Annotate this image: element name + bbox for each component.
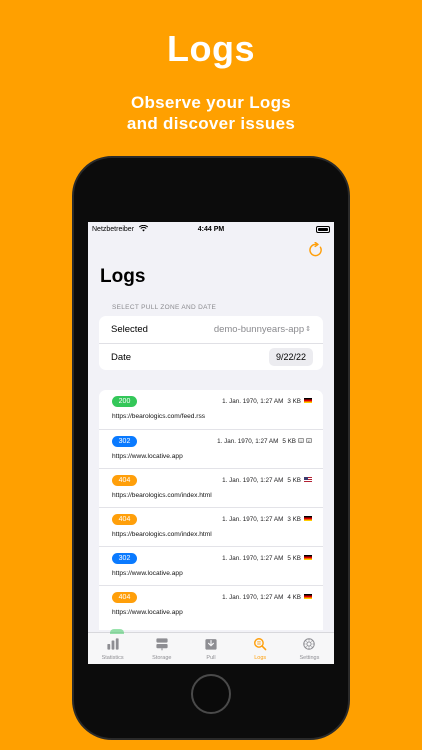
tab-label: Storage [152, 655, 172, 661]
status-badge: 404 [112, 475, 137, 486]
promo-subtitle-line2: and discover issues [126, 114, 296, 133]
date-picker[interactable]: 9/22/22 [268, 348, 313, 366]
tab-logs[interactable]: Logs [236, 633, 285, 664]
pull-zone-value: demo-bunnyears-app [213, 324, 305, 335]
germany-flag-icon [304, 398, 312, 403]
bar-chart-icon [106, 637, 120, 651]
log-meta: 1. Jan. 1970, 1:27 AM 3 KB [222, 516, 312, 523]
tab-label: Settings [299, 655, 320, 661]
magnifier-log-icon [253, 637, 267, 651]
log-timestamp: 1. Jan. 1970, 1:27 AM [222, 555, 284, 562]
log-timestamp: 1. Jan. 1970, 1:27 AM [222, 477, 284, 484]
log-timestamp: 1. Jan. 1970, 1:27 AM [222, 594, 284, 601]
tab-label: Pull [206, 655, 216, 661]
log-entry[interactable]: 404 1. Jan. 1970, 1:27 AM 3 KB https://bear… [99, 507, 323, 546]
log-url: https://bearologics.com/feed.rss [112, 413, 206, 420]
page-title: Logs [100, 266, 146, 287]
log-meta: 1. Jan. 1970, 1:27 AM 5 KB U K [217, 438, 312, 445]
unknown-flag-icon: K [306, 438, 312, 444]
pull-zone-label: Selected [111, 324, 148, 335]
status-badge: 302 [112, 553, 137, 564]
status-badge: 302 [112, 436, 137, 447]
promo-title: Logs [167, 28, 255, 69]
status-badge: 200 [112, 396, 137, 407]
log-entry[interactable]: 302 1. Jan. 1970, 1:27 AM 5 KB https://www.… [99, 546, 323, 585]
tab-settings[interactable]: Settings [285, 633, 334, 664]
date-row: Date 9/22/22 [99, 343, 323, 370]
germany-flag-icon [304, 594, 312, 599]
battery-icon [316, 226, 330, 233]
log-url: https://bearologics.com/index.html [112, 492, 212, 499]
promo-subtitle-line1: Observe your Logs [130, 93, 292, 112]
log-entry[interactable]: 302 1. Jan. 1970, 1:27 AM 5 KB U Khttps://ww… [99, 429, 323, 468]
download-tray-icon [204, 637, 218, 651]
log-size: 3 KB [287, 516, 301, 523]
germany-flag-icon [304, 516, 312, 521]
refresh-icon[interactable] [308, 242, 324, 258]
log-entry[interactable]: 404 1. Jan. 1970, 1:27 AM 4 KB https://www.… [99, 585, 323, 624]
date-label: Date [111, 352, 132, 363]
unknown-flag-icon: U [298, 438, 304, 444]
log-size: 4 KB [287, 594, 301, 601]
promo-subtitle: Observe your Logs and discover issues [0, 92, 422, 134]
log-size: 5 KB [282, 438, 296, 445]
log-meta: 1. Jan. 1970, 1:27 AM 5 KB [222, 477, 312, 484]
tab-statistics[interactable]: Statistics [88, 633, 137, 664]
server-icon [155, 637, 169, 651]
app-screen: Netzbetreiber 4:44 PM Logs SELECT PULL Z… [88, 222, 334, 664]
tab-label: Statistics [101, 655, 124, 661]
gear-icon [302, 637, 316, 651]
status-badge: 404 [112, 514, 137, 525]
section-header: SELECT PULL ZONE AND DATE [112, 304, 217, 311]
log-meta: 1. Jan. 1970, 1:27 AM 3 KB [222, 398, 312, 405]
selection-card: Selected demo-bunnyears-app⇕ Date 9/22/2… [99, 316, 323, 370]
log-url: https://www.locative.app [112, 570, 183, 577]
log-url: https://www.locative.app [112, 609, 183, 616]
log-url: https://bearologics.com/index.html [112, 531, 212, 538]
log-entry[interactable]: 404 1. Jan. 1970, 1:27 AM 5 KB https://bear… [99, 468, 323, 507]
log-timestamp: 1. Jan. 1970, 1:27 AM [222, 516, 284, 523]
pull-zone-picker[interactable]: demo-bunnyears-app⇕ [214, 324, 311, 335]
tab-bar: Statistics Storage Pull Logs Settings [88, 629, 334, 664]
chevron-updown-icon: ⇕ [305, 326, 311, 333]
log-meta: 1. Jan. 1970, 1:27 AM 4 KB [222, 594, 312, 601]
tab-label: Logs [254, 655, 267, 661]
log-url: https://www.locative.app [112, 453, 183, 460]
status-badge: 404 [112, 592, 137, 603]
log-size: 3 KB [287, 398, 301, 405]
log-size: 5 KB [287, 555, 301, 562]
tab-pull[interactable]: Pull [186, 633, 235, 664]
tab-storage[interactable]: Storage [137, 633, 186, 664]
log-meta: 1. Jan. 1970, 1:27 AM 5 KB [222, 555, 312, 562]
home-button[interactable] [191, 674, 231, 714]
log-timestamp: 1. Jan. 1970, 1:27 AM [222, 398, 284, 405]
log-size: 5 KB [287, 477, 301, 484]
log-timestamp: 1. Jan. 1970, 1:27 AM [217, 438, 279, 445]
log-entry[interactable]: 200 1. Jan. 1970, 1:27 AM 3 KB https://bear… [99, 390, 323, 429]
clock: 4:44 PM [197, 226, 225, 233]
status-bar: Netzbetreiber 4:44 PM [88, 222, 334, 238]
pull-zone-row[interactable]: Selected demo-bunnyears-app⇕ [99, 316, 323, 343]
log-list: 200 1. Jan. 1970, 1:27 AM 3 KB https://bear… [99, 390, 323, 630]
germany-flag-icon [304, 555, 312, 560]
usa-flag-icon [304, 477, 312, 482]
